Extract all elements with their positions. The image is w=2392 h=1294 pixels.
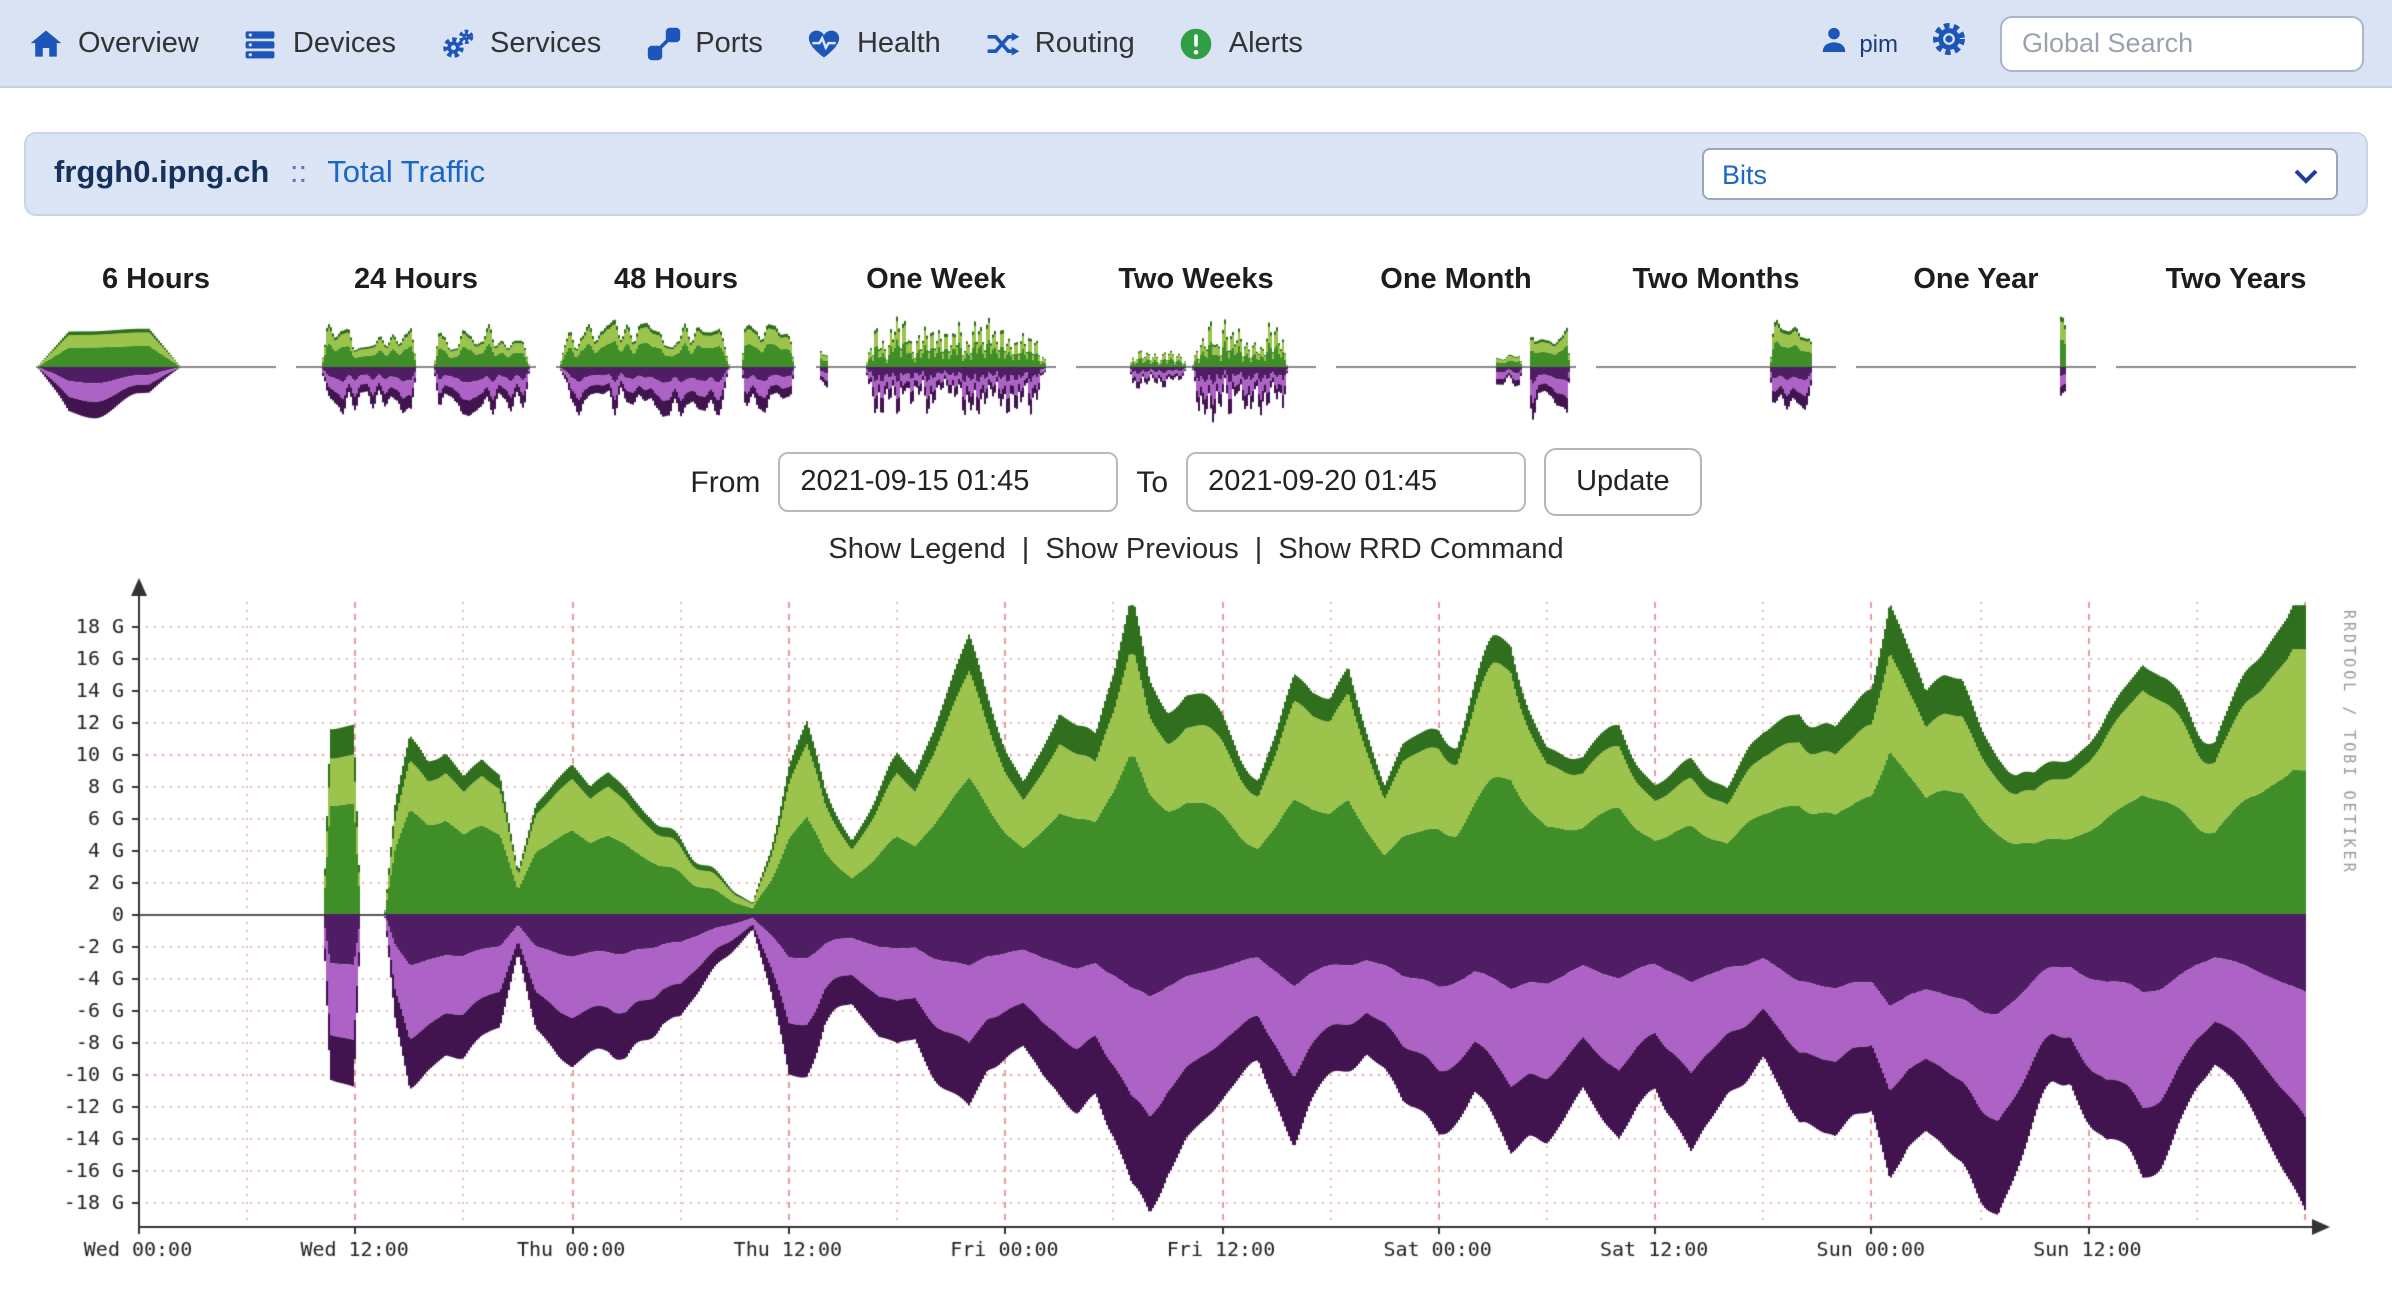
unit-select-value: Bits	[1722, 159, 1767, 189]
page-title: frggh0.ipng.ch :: Total Traffic	[54, 156, 485, 192]
nav-label-devices: Devices	[293, 27, 396, 59]
unit-select[interactable]: Bits	[1702, 148, 2338, 200]
traffic-graph-canvas	[0, 574, 2392, 1278]
timeframe-label: Two Months	[1592, 264, 1840, 296]
mini-graph-6-hours[interactable]	[36, 304, 276, 428]
alert-circle-icon	[1179, 25, 1215, 61]
timeframe-two-months[interactable]: Two Months	[1592, 264, 1840, 428]
mini-graph-two-months[interactable]	[1596, 304, 1836, 428]
nav-item-services[interactable]: Services	[440, 25, 601, 61]
timeframe-one-week[interactable]: One Week	[812, 264, 1060, 428]
timeframe-two-years[interactable]: Two Years	[2112, 264, 2360, 428]
nav-right-cluster: pim	[1817, 15, 2364, 71]
page-root: Overview Devices Services Ports Health R…	[0, 0, 2392, 1294]
timeframe-label: 24 Hours	[292, 264, 540, 296]
mini-graph-one-month[interactable]	[1336, 304, 1576, 428]
nav-label-alerts: Alerts	[1229, 27, 1303, 59]
device-name[interactable]: frggh0.ipng.ch	[54, 156, 269, 190]
mini-graph-24-hours[interactable]	[296, 304, 536, 428]
to-label: To	[1136, 465, 1168, 499]
home-icon	[28, 25, 64, 61]
mini-graph-48-hours[interactable]	[556, 304, 796, 428]
mini-graph-one-week[interactable]	[816, 304, 1056, 428]
from-label: From	[690, 465, 760, 499]
timeframe-label: One Year	[1852, 264, 2100, 296]
from-date-input[interactable]	[778, 452, 1118, 512]
nav-item-ports[interactable]: Ports	[645, 25, 763, 61]
show-rrd-command-link[interactable]: Show RRD Command	[1278, 534, 1563, 566]
main-graph-area	[0, 574, 2392, 1278]
timeframe-48-hours[interactable]: 48 Hours	[552, 264, 800, 428]
nav-label-ports: Ports	[695, 27, 763, 59]
timeframe-6-hours[interactable]: 6 Hours	[32, 264, 280, 428]
ports-icon	[645, 25, 681, 61]
chevron-down-icon	[2294, 159, 2318, 189]
timeframe-label: 48 Hours	[552, 264, 800, 296]
routing-icon	[985, 25, 1021, 61]
services-icon	[440, 25, 476, 61]
top-nav: Overview Devices Services Ports Health R…	[0, 0, 2392, 88]
timeframe-24-hours[interactable]: 24 Hours	[292, 264, 540, 428]
link-separator: |	[1022, 534, 1030, 566]
nav-item-routing[interactable]: Routing	[985, 25, 1135, 61]
mini-graph-two-years[interactable]	[2116, 304, 2356, 428]
timeframe-label: One Week	[812, 264, 1060, 296]
user-name: pim	[1859, 29, 1898, 57]
nav-item-alerts[interactable]: Alerts	[1179, 25, 1303, 61]
gear-icon	[1930, 19, 1968, 67]
timeframe-row: 6 Hours 24 Hours 48 Hours One Week Two W…	[0, 264, 2392, 428]
timeframe-one-month[interactable]: One Month	[1332, 264, 1580, 428]
timeframe-two-weeks[interactable]: Two Weeks	[1072, 264, 1320, 428]
show-previous-link[interactable]: Show Previous	[1045, 534, 1238, 566]
user-menu[interactable]: pim	[1817, 24, 1898, 62]
nav-item-devices[interactable]: Devices	[243, 25, 396, 61]
graph-option-links: Show Legend | Show Previous | Show RRD C…	[0, 534, 2392, 566]
date-range-controls: From To Update	[0, 448, 2392, 516]
timeframe-label: One Month	[1332, 264, 1580, 296]
nav-item-health[interactable]: Health	[807, 25, 941, 61]
settings-button[interactable]	[1930, 19, 1968, 67]
health-icon	[807, 25, 843, 61]
nav-label-overview: Overview	[78, 27, 199, 59]
global-search-input[interactable]	[2000, 15, 2364, 71]
update-button[interactable]: Update	[1544, 448, 1702, 516]
link-separator: |	[1255, 534, 1263, 566]
nav-label-services: Services	[490, 27, 601, 59]
to-date-input[interactable]	[1186, 452, 1526, 512]
mini-graph-two-weeks[interactable]	[1076, 304, 1316, 428]
nav-label-routing: Routing	[1035, 27, 1135, 59]
timeframe-label: Two Weeks	[1072, 264, 1320, 296]
timeframe-one-year[interactable]: One Year	[1852, 264, 2100, 428]
mini-graph-one-year[interactable]	[1856, 304, 2096, 428]
nav-label-health: Health	[857, 27, 941, 59]
devices-icon	[243, 25, 279, 61]
timeframe-label: Two Years	[2112, 264, 2360, 296]
show-legend-link[interactable]: Show Legend	[828, 534, 1005, 566]
timeframe-label: 6 Hours	[32, 264, 280, 296]
graph-panel-header: frggh0.ipng.ch :: Total Traffic Bits	[24, 132, 2368, 216]
nav-item-overview[interactable]: Overview	[28, 25, 199, 61]
user-icon	[1817, 24, 1849, 62]
graph-title-link[interactable]: Total Traffic	[327, 156, 485, 190]
title-separator: ::	[290, 156, 307, 190]
